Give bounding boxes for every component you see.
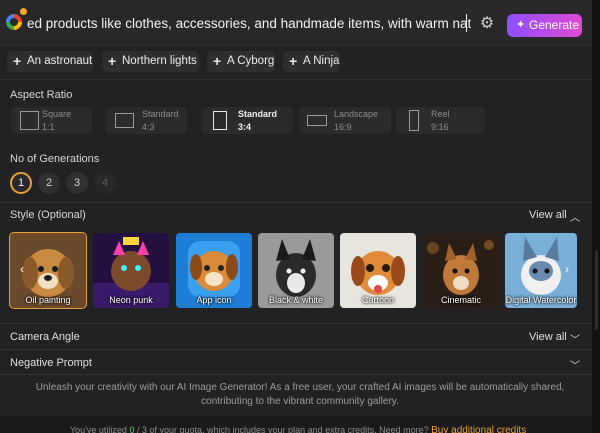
- suggestion-chip-ninja[interactable]: + A Ninja: [283, 51, 340, 72]
- prompt-bar: ed products like clothes, accessories, a…: [0, 0, 592, 46]
- style-card-label: Black & white: [268, 295, 324, 305]
- sparkle-icon: ✦: [516, 19, 526, 31]
- wide-ratio-icon: [307, 115, 327, 126]
- suggestion-chip-astronaut[interactable]: + An astronaut: [7, 51, 93, 72]
- style-card-label: Neon punk: [109, 295, 153, 305]
- generations-heading: No of Generations: [10, 153, 100, 165]
- style-card-cinematic[interactable]: Cinematic: [423, 233, 499, 308]
- aspect-ratio-name: Standard: [238, 109, 278, 119]
- style-card-black-white[interactable]: Black & white: [258, 233, 334, 308]
- aspect-ratio-standard-4-3[interactable]: Standard 4:3: [106, 107, 187, 134]
- aspect-ratio-value: 1:1: [42, 122, 55, 132]
- chevron-left-icon[interactable]: ‹: [20, 262, 24, 276]
- style-card-cartoon[interactable]: Cartoon: [340, 233, 416, 308]
- chevron-up-icon[interactable]: ︿: [570, 209, 580, 224]
- status-dot-icon: [20, 8, 27, 15]
- generate-button[interactable]: ✦ Generate: [507, 14, 582, 37]
- style-heading: Style (Optional): [10, 209, 86, 221]
- aspect-ratio-value: 4:3: [142, 122, 155, 132]
- suggestion-chip-cyborg[interactable]: + A Cyborg: [207, 51, 275, 72]
- style-card-label: Digital Watercolor: [505, 295, 577, 305]
- style-card-label: Cartoon: [361, 295, 395, 305]
- text-caret: [466, 14, 467, 32]
- buy-credits-link[interactable]: Buy additional credits: [431, 425, 526, 433]
- quota-text: You've utilized 0 / 3 of your quota, whi…: [70, 425, 526, 433]
- style-card-app-icon[interactable]: App icon: [176, 233, 252, 308]
- aspect-ratio-value: 9:16: [431, 122, 449, 132]
- divider: [0, 374, 592, 375]
- chevron-down-icon[interactable]: ﹀: [570, 357, 580, 372]
- generation-count-4: 4: [94, 172, 116, 194]
- generation-count-1[interactable]: 1: [10, 172, 32, 194]
- google-gemini-icon: [6, 14, 22, 30]
- style-card-label: Oil painting: [25, 295, 71, 305]
- aspect-ratio-square[interactable]: Square 1:1: [11, 107, 92, 134]
- aspect-ratio-value: 16:9: [334, 122, 352, 132]
- suggestion-chip-northern-lights[interactable]: + Northern lights: [102, 51, 199, 72]
- style-view-all-link[interactable]: View all: [529, 209, 567, 221]
- square-ratio-icon: [20, 111, 39, 130]
- chevron-right-icon[interactable]: ›: [565, 262, 569, 276]
- suggestion-chip-label: An astronaut: [27, 55, 93, 67]
- generation-count-2[interactable]: 2: [38, 172, 60, 194]
- aspect-ratio-heading: Aspect Ratio: [10, 89, 73, 101]
- aspect-ratio-landscape[interactable]: Landscape 16:9: [299, 107, 391, 134]
- aspect-ratio-name: Landscape: [334, 109, 379, 119]
- divider: [0, 202, 592, 203]
- generation-count-3[interactable]: 3: [66, 172, 88, 194]
- scrollbar-thumb[interactable]: [595, 250, 598, 330]
- plus-icon: +: [289, 53, 298, 69]
- suggestion-chip-label: A Ninja: [303, 55, 340, 67]
- image-generator-panel: ed products like clothes, accessories, a…: [0, 0, 592, 433]
- camera-angle-label: Camera Angle: [10, 331, 80, 343]
- quota-footer: You've utilized 0 / 3 of your quota, whi…: [0, 416, 592, 433]
- page-edge: [592, 0, 600, 433]
- plus-icon: +: [213, 53, 222, 69]
- tall-ratio-icon: [409, 110, 419, 131]
- style-card-neon-punk[interactable]: Neon punk: [93, 233, 169, 308]
- negative-prompt-label: Negative Prompt: [10, 357, 92, 369]
- suggestion-chip-label: Northern lights: [122, 55, 197, 67]
- aspect-ratio-name: Reel: [431, 109, 450, 119]
- settings-gear-icon[interactable]: ⚙: [478, 15, 496, 33]
- generate-button-label: Generate: [529, 18, 580, 32]
- prompt-input[interactable]: ed products like clothes, accessories, a…: [27, 16, 471, 31]
- divider: [0, 79, 592, 80]
- aspect-ratio-name: Square: [42, 109, 72, 119]
- divider: [0, 323, 592, 324]
- aspect-ratio-reel[interactable]: Reel 9:16: [396, 107, 485, 134]
- landscape-ratio-icon: [115, 113, 134, 128]
- plus-icon: +: [108, 53, 117, 69]
- aspect-ratio-name: Standard: [142, 109, 179, 119]
- chevron-down-icon[interactable]: ﹀: [570, 331, 580, 346]
- divider: [0, 349, 592, 350]
- style-card-label: Cinematic: [440, 295, 481, 305]
- portrait-ratio-icon: [213, 111, 227, 130]
- info-text: Unleash your creativity with our AI Imag…: [35, 382, 565, 407]
- plus-icon: +: [13, 53, 22, 69]
- aspect-ratio-standard-3-4[interactable]: Standard 3:4: [202, 107, 293, 134]
- aspect-ratio-value: 3:4: [238, 122, 252, 132]
- suggestion-chip-label: A Cyborg: [227, 55, 275, 67]
- camera-angle-view-all-link[interactable]: View all: [529, 331, 567, 343]
- style-card-label: App icon: [196, 295, 232, 305]
